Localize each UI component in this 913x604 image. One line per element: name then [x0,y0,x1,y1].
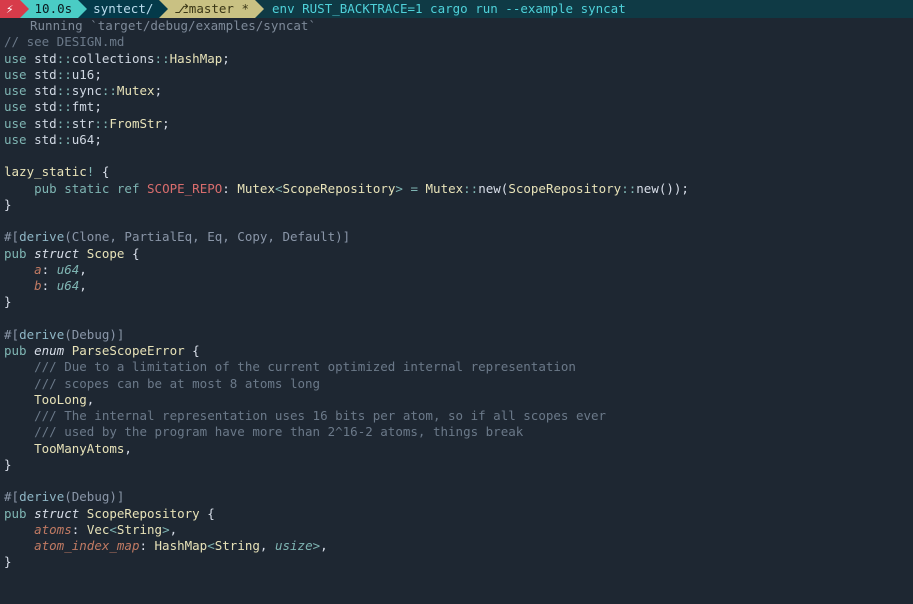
cargo-running-line: Running `target/debug/examples/syncat` [0,18,913,34]
arrow-icon [255,0,264,18]
arrow-icon [159,0,168,18]
code-comment: // see DESIGN.md [4,34,124,49]
shell-prompt: ⚡ 10.0s syntect/ ⎇ master * env RUST_BAC… [0,0,913,18]
branch-icon: ⎇ [174,1,188,17]
prompt-git-branch: ⎇ master * [168,0,255,18]
command-input[interactable]: env RUST_BACKTRACE=1 cargo run --example… [264,0,913,18]
arrow-icon [20,0,29,18]
prompt-duration: 10.0s [29,0,79,18]
prompt-directory: syntect/ [87,0,159,18]
bolt-icon: ⚡ [0,0,20,18]
source-output: // see DESIGN.md use std::collections::H… [0,34,913,574]
arrow-icon [78,0,87,18]
